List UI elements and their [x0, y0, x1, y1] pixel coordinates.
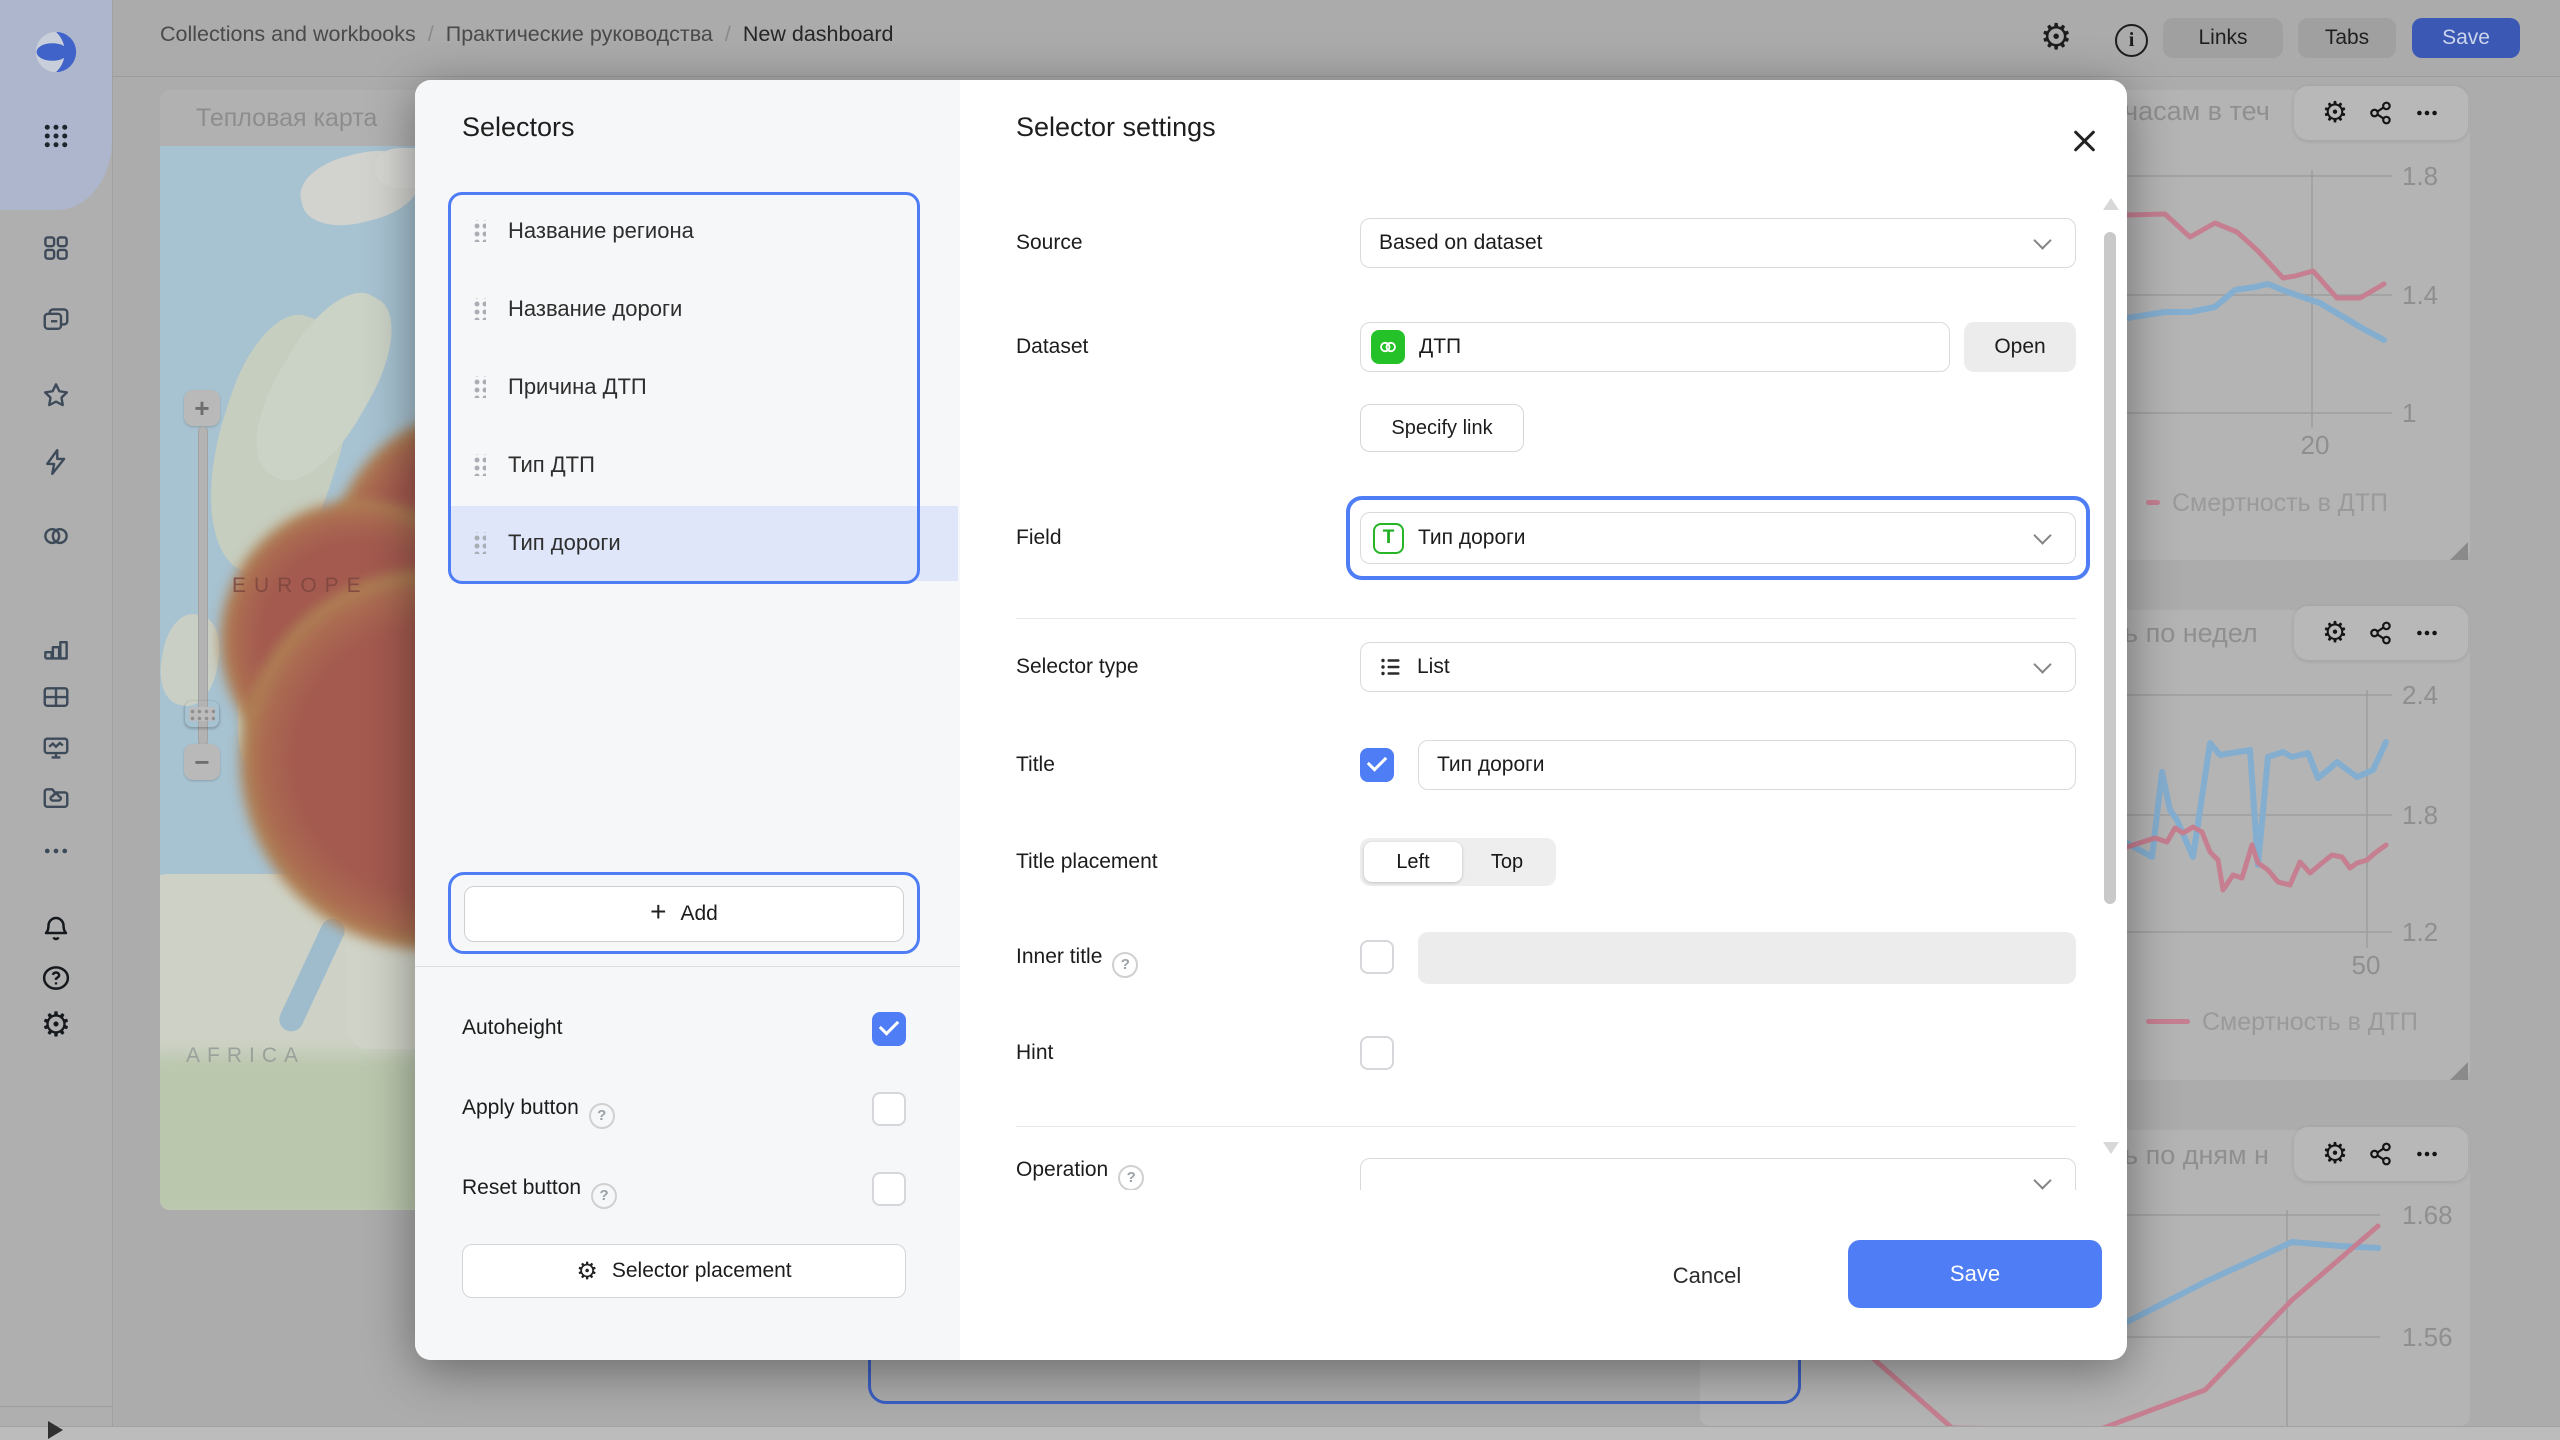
title-placement-label: Title placement	[1016, 850, 1158, 874]
field-value: Тип дороги	[1418, 526, 1526, 550]
field-select[interactable]: T Тип дороги	[1360, 512, 2076, 564]
title-checkbox[interactable]	[1360, 748, 1394, 782]
save-button[interactable]: Save	[1848, 1240, 2102, 1308]
drag-handle-icon[interactable]	[472, 376, 486, 398]
expand-play-icon[interactable]	[48, 1421, 63, 1439]
settings-panel-title: Selector settings	[1016, 112, 1216, 143]
selector-list-item[interactable]: Причина ДТП	[450, 348, 920, 426]
share-icon[interactable]	[2368, 620, 2394, 646]
selector-type-value: List	[1417, 655, 1450, 679]
drag-handle-icon[interactable]	[472, 220, 486, 242]
more-icon[interactable]	[2414, 1141, 2440, 1167]
app-root: Collections and workbooks/Практические р…	[0, 0, 2560, 1440]
autoheight-checkbox[interactable]	[872, 1012, 906, 1046]
selector-list-item[interactable]: Тип ДТП	[450, 426, 920, 504]
chart-widget-toolbar	[2294, 606, 2468, 660]
panel-divider	[415, 966, 960, 967]
section-divider	[1016, 618, 2076, 619]
apply-button-label: Apply button	[462, 1096, 615, 1129]
help-icon[interactable]	[589, 1103, 615, 1129]
chart-widget-title: часам в теч	[2124, 96, 2270, 127]
scroll-up-icon[interactable]	[2103, 198, 2119, 210]
help-icon[interactable]	[1118, 1165, 1144, 1191]
inner-title-label: Inner title	[1016, 945, 1138, 978]
gear-icon[interactable]	[2322, 1140, 2348, 1169]
resize-handle[interactable]	[2450, 542, 2468, 560]
section-divider	[1016, 1126, 2076, 1127]
inner-title-checkbox[interactable]	[1360, 940, 1394, 974]
specify-link-button[interactable]: Specify link	[1360, 404, 1524, 452]
chart-widget-toolbar	[2294, 1127, 2468, 1181]
source-value: Based on dataset	[1379, 231, 1542, 255]
selector-item-label: Тип ДТП	[508, 452, 595, 478]
dataset-value: ДТП	[1419, 335, 1461, 359]
drag-handle-icon[interactable]	[472, 298, 486, 320]
selector-item-label: Название региона	[508, 218, 694, 244]
selector-list-item-selected[interactable]: Тип дороги	[450, 504, 920, 582]
help-icon[interactable]	[591, 1183, 617, 1209]
selector-placement-button[interactable]: Selector placement	[462, 1244, 906, 1298]
cancel-button[interactable]: Cancel	[1652, 1248, 1762, 1304]
title-input[interactable]: Тип дороги	[1418, 740, 2076, 790]
autoheight-label: Autoheight	[462, 1016, 562, 1040]
selectors-panel-title: Selectors	[462, 112, 575, 143]
title-input-value: Тип дороги	[1437, 753, 1545, 777]
inner-title-input-disabled	[1418, 932, 2076, 984]
more-icon[interactable]	[2414, 100, 2440, 126]
apply-button-checkbox[interactable]	[872, 1092, 906, 1126]
scrollbar-thumb[interactable]	[2104, 232, 2116, 904]
selector-item-label: Тип дороги	[508, 530, 621, 556]
add-selector-button[interactable]: Add	[464, 886, 904, 942]
drag-handle-icon[interactable]	[472, 454, 486, 476]
chevron-down-icon	[2033, 1171, 2051, 1189]
resize-handle[interactable]	[2450, 1062, 2468, 1080]
source-select[interactable]: Based on dataset	[1360, 218, 2076, 268]
operation-label: Operation	[1016, 1158, 1144, 1190]
chevron-down-icon	[2033, 231, 2051, 249]
scroll-down-icon[interactable]	[2103, 1142, 2119, 1154]
title-label: Title	[1016, 753, 1055, 777]
hint-check_box[interactable]	[1360, 1036, 1394, 1070]
more-icon[interactable]	[2414, 620, 2440, 646]
operation-select[interactable]	[1360, 1158, 2076, 1190]
selector-list-item[interactable]: Название региона	[450, 192, 920, 270]
plus-icon	[650, 902, 666, 927]
selector-type-select[interactable]: List	[1360, 642, 2076, 692]
reset-button-checkbox[interactable]	[872, 1172, 906, 1206]
placement-button-label: Selector placement	[612, 1259, 792, 1283]
selector-list-item[interactable]: Название дороги	[450, 270, 920, 348]
chevron-down-icon	[2033, 655, 2051, 673]
placement-top-option[interactable]: Top	[1462, 842, 1552, 882]
chart-widget-toolbar	[2294, 86, 2468, 140]
hint-label: Hint	[1016, 1041, 1053, 1065]
chevron-down-icon	[2033, 526, 2051, 544]
gear-icon[interactable]	[2322, 619, 2348, 648]
drag-handle-icon[interactable]	[472, 532, 486, 554]
placement-left-option[interactable]: Left	[1364, 842, 1462, 882]
dataset-field[interactable]: ДТП	[1360, 322, 1950, 372]
dataset-label: Dataset	[1016, 335, 1088, 359]
dataset-icon	[1371, 330, 1405, 364]
gear-icon[interactable]	[2322, 99, 2348, 128]
bottom-bar	[0, 1426, 2560, 1440]
help-icon[interactable]	[1112, 952, 1138, 978]
close-icon[interactable]	[2068, 124, 2102, 158]
selector-type-label: Selector type	[1016, 655, 1139, 679]
share-icon[interactable]	[2368, 1141, 2394, 1167]
field-label: Field	[1016, 526, 1062, 550]
text-field-type-icon: T	[1373, 523, 1404, 554]
gear-icon	[576, 1257, 598, 1286]
selector-item-label: Причина ДТП	[508, 374, 647, 400]
share-icon[interactable]	[2368, 100, 2394, 126]
open-dataset-button[interactable]: Open	[1964, 322, 2076, 372]
chart-widget-title: ь по недел	[2124, 618, 2258, 649]
list-icon	[1379, 655, 1403, 679]
selector-item-label: Название дороги	[508, 296, 682, 322]
source-label: Source	[1016, 231, 1083, 255]
title-placement-segmented: Left Top	[1360, 838, 1556, 886]
reset-button-label: Reset button	[462, 1176, 617, 1209]
add-button-label: Add	[680, 902, 717, 926]
chart-widget-title: ь по дням н	[2124, 1140, 2269, 1171]
operation-row-clipped: Operation	[960, 1140, 2127, 1190]
